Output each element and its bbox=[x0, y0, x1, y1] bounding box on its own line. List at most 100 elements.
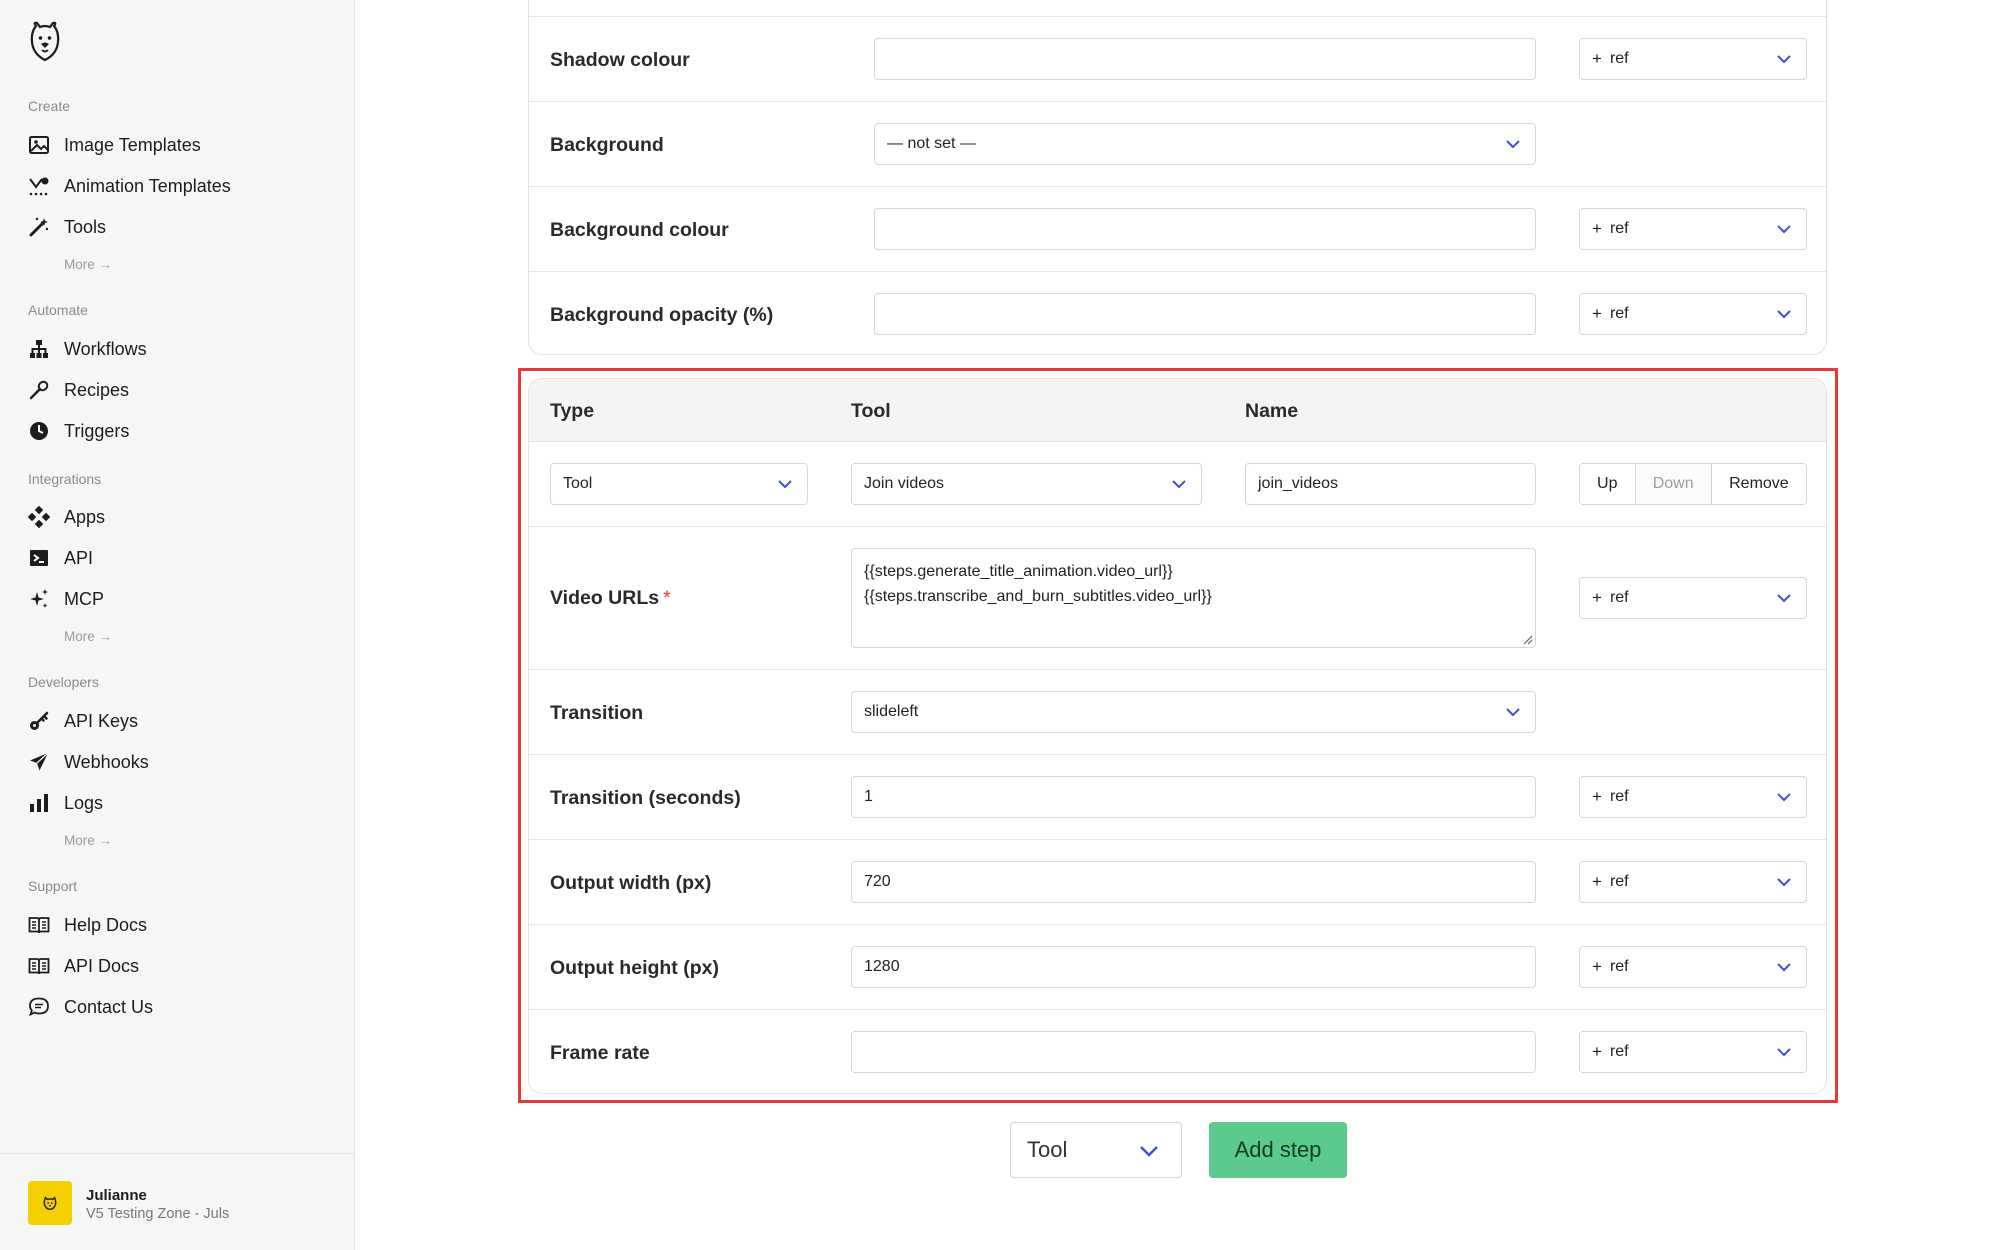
nav-image-templates[interactable]: Image Templates bbox=[28, 130, 201, 160]
chevron-down-icon bbox=[1506, 708, 1520, 717]
nav-label: Workflows bbox=[64, 338, 147, 359]
ref-label: ref bbox=[1609, 589, 1629, 606]
add-step-button[interactable]: Add step bbox=[1209, 1122, 1347, 1178]
ref-select[interactable]: + ref bbox=[1579, 577, 1807, 619]
chevron-down-icon bbox=[1140, 1146, 1158, 1157]
book-icon bbox=[28, 955, 50, 977]
section-automate: Automate bbox=[28, 302, 88, 318]
nav-api-docs[interactable]: API Docs bbox=[28, 951, 139, 981]
plus-icon: + bbox=[1592, 1042, 1602, 1061]
account-switcher[interactable]: Julianne V5 Testing Zone - Juls bbox=[0, 1153, 355, 1250]
nav-workflows[interactable]: Workflows bbox=[28, 334, 147, 364]
nav-label: Recipes bbox=[64, 379, 130, 400]
remove-step-button[interactable]: Remove bbox=[1710, 464, 1806, 504]
join-videos-step-card: Type Tool Name Tool Join videos join_vid… bbox=[528, 378, 1827, 1094]
field-label: Background opacity (%) bbox=[550, 304, 774, 326]
field-label: Output width (px) bbox=[550, 872, 712, 894]
animation-icon bbox=[28, 175, 50, 197]
video-urls-textarea[interactable]: {{steps.generate_title_animation.video_u… bbox=[851, 548, 1536, 648]
nav-contact-us[interactable]: Contact Us bbox=[28, 992, 153, 1022]
required-mark: * bbox=[663, 587, 671, 609]
plus-icon: + bbox=[1592, 304, 1602, 323]
chevron-down-icon bbox=[778, 480, 792, 489]
ref-select[interactable]: + ref bbox=[1579, 293, 1807, 335]
nav-recipes[interactable]: Recipes bbox=[28, 375, 129, 405]
plus-icon: + bbox=[1592, 872, 1602, 891]
nav-triggers[interactable]: Triggers bbox=[28, 416, 129, 446]
background-select[interactable]: — not set — bbox=[874, 123, 1536, 165]
background-opacity-input[interactable] bbox=[874, 293, 1536, 335]
nav-apps[interactable]: Apps bbox=[28, 502, 105, 532]
ref-select[interactable]: + ref bbox=[1579, 776, 1807, 818]
chevron-down-icon bbox=[1777, 793, 1791, 802]
previous-step-card: Shadow colour + ref Background — not set … bbox=[528, 0, 1827, 355]
nav-animation-templates[interactable]: Animation Templates bbox=[28, 171, 231, 201]
ref-label: ref bbox=[1609, 873, 1629, 890]
section-create: Create bbox=[28, 98, 71, 114]
frame-rate-input[interactable] bbox=[851, 1031, 1536, 1073]
nav-api-keys[interactable]: API Keys bbox=[28, 706, 138, 736]
bear-logo-icon[interactable] bbox=[28, 20, 62, 64]
row-video-urls: Video URLs * {{steps.generate_title_anima… bbox=[529, 527, 1826, 670]
chat-bubble-icon bbox=[28, 996, 50, 1018]
row-background-colour: Background colour + ref bbox=[529, 187, 1826, 272]
magic-wand-icon bbox=[28, 216, 50, 238]
field-label: Transition bbox=[550, 702, 644, 724]
workflow-icon bbox=[28, 338, 50, 360]
nav-help-docs[interactable]: Help Docs bbox=[28, 910, 147, 940]
more-developers-link[interactable]: More → bbox=[64, 833, 112, 848]
more-create-link[interactable]: More → bbox=[64, 257, 112, 272]
nav-label: Tools bbox=[64, 216, 107, 237]
step-type-select[interactable]: Tool bbox=[550, 463, 808, 505]
transition-seconds-input[interactable]: 1 bbox=[851, 776, 1536, 818]
new-step-type-select[interactable]: Tool bbox=[1010, 1122, 1182, 1178]
shadow-colour-input[interactable] bbox=[874, 38, 1536, 80]
row-partial bbox=[529, 0, 1826, 17]
plus-icon: + bbox=[1592, 49, 1602, 68]
nav-label: Contact Us bbox=[64, 996, 154, 1017]
nav-label: Help Docs bbox=[64, 914, 148, 935]
ref-select[interactable]: + ref bbox=[1579, 38, 1807, 80]
tool-select[interactable]: Join videos bbox=[851, 463, 1202, 505]
ref-select[interactable]: + ref bbox=[1579, 861, 1807, 903]
output-height-input[interactable]: 1280 bbox=[851, 946, 1536, 988]
chevron-down-icon bbox=[1777, 594, 1791, 603]
plus-icon: + bbox=[1592, 957, 1602, 976]
output-width-input[interactable]: 720 bbox=[851, 861, 1536, 903]
chevron-down-icon bbox=[1777, 55, 1791, 64]
bear-icon bbox=[43, 1196, 57, 1211]
more-integrations-link[interactable]: More → bbox=[64, 629, 112, 644]
transition-select[interactable]: slideleft bbox=[851, 691, 1536, 733]
spoon-icon bbox=[28, 379, 50, 401]
field-label: Transition (seconds) bbox=[550, 787, 741, 809]
ref-select[interactable]: + ref bbox=[1579, 946, 1807, 988]
nav-label: Webhooks bbox=[64, 751, 149, 772]
background-colour-input[interactable] bbox=[874, 208, 1536, 250]
move-up-button[interactable]: Up bbox=[1580, 464, 1635, 504]
move-down-button[interactable]: Down bbox=[1634, 464, 1711, 504]
row-transition: Transition slideleft bbox=[529, 670, 1826, 755]
book-icon bbox=[28, 914, 50, 936]
nav-label: API Docs bbox=[64, 955, 140, 976]
select-value: Tool bbox=[563, 475, 593, 492]
nav-tools[interactable]: Tools bbox=[28, 212, 106, 242]
header-tool: Tool bbox=[851, 400, 891, 422]
nav-api[interactable]: API bbox=[28, 543, 93, 573]
nav-label: Animation Templates bbox=[64, 175, 231, 196]
image-icon bbox=[28, 134, 50, 156]
plus-icon: + bbox=[1592, 787, 1602, 806]
sidebar: Create Image Templates Animation Templat… bbox=[0, 0, 355, 1250]
field-label: Video URLs * bbox=[550, 587, 671, 609]
plus-icon: + bbox=[1592, 588, 1602, 607]
ref-select[interactable]: + ref bbox=[1579, 1031, 1807, 1073]
key-icon bbox=[28, 710, 50, 732]
step-name-input[interactable]: join_videos bbox=[1245, 463, 1536, 505]
row-step-config: Tool Join videos join_videos Up Down Rem… bbox=[529, 442, 1826, 527]
ref-label: ref bbox=[1609, 1043, 1629, 1060]
nav-mcp[interactable]: MCP bbox=[28, 584, 104, 614]
field-label: Background colour bbox=[550, 219, 729, 241]
ref-select[interactable]: + ref bbox=[1579, 208, 1807, 250]
row-output-width: Output width (px) 720 + ref bbox=[529, 840, 1826, 925]
nav-webhooks[interactable]: Webhooks bbox=[28, 747, 149, 777]
nav-logs[interactable]: Logs bbox=[28, 788, 103, 818]
